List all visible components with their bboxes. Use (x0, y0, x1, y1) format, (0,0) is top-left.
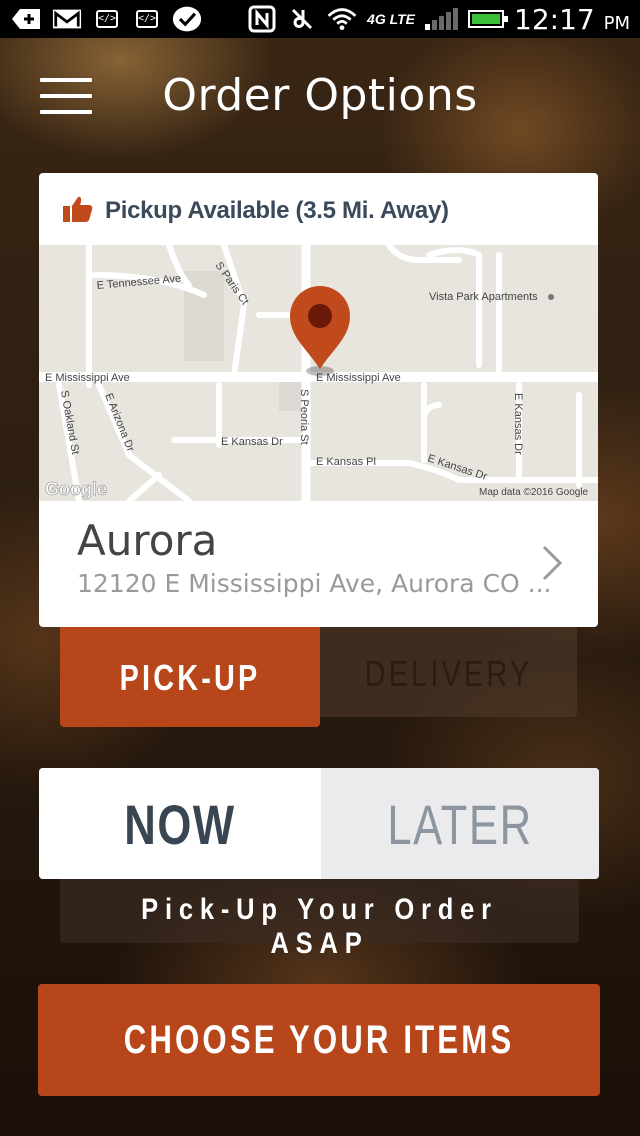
later-option[interactable]: LATER (321, 768, 599, 879)
store-name: Aurora (77, 516, 218, 565)
chevron-right-icon[interactable] (540, 543, 564, 583)
timing-toggle: NOW LATER (39, 768, 599, 879)
page-title: Order Options (162, 70, 478, 121)
timing-message: Pick-Up Your Order ASAP (60, 879, 579, 960)
mute-icon (287, 7, 317, 31)
nfc-icon (247, 5, 277, 33)
store-card: Pickup Available (3.5 Mi. Away) E Tennes… (39, 173, 598, 627)
availability-text: Pickup Available (3.5 Mi. Away) (105, 197, 449, 224)
map-label: S Peoria St (298, 389, 310, 445)
status-bar: </> </> 4G LTE 12:17 PM (0, 0, 640, 38)
pickup-option[interactable]: PICK-UP (60, 627, 320, 727)
map-label: E Mississippi Ave (45, 372, 130, 384)
status-time: 12:17 PM (514, 2, 630, 36)
battery-icon (468, 10, 508, 28)
availability-row: Pickup Available (3.5 Mi. Away) (63, 193, 449, 229)
google-logo: Google (45, 479, 107, 499)
store-map[interactable]: E Tennessee Ave S Paris Ct Vista Park Ap… (39, 245, 598, 501)
choose-items-button[interactable]: CHOOSE YOUR ITEMS (38, 984, 600, 1096)
thumbs-up-icon (63, 195, 93, 228)
store-address: 12120 E Mississippi Ave, Aurora CO ... (77, 569, 552, 598)
code-icon: </> (132, 7, 162, 31)
map-label: E Kansas Dr (512, 393, 524, 455)
map-label: E Kansas Dr (221, 436, 283, 448)
add-icon (12, 7, 42, 31)
delivery-option[interactable]: DELIVERY (320, 627, 577, 717)
check-icon (172, 6, 202, 32)
fulfillment-toggle: DELIVERY PICK-UP (60, 627, 577, 727)
store-location[interactable]: Aurora 12120 E Mississippi Ave, Aurora C… (77, 516, 552, 599)
now-option[interactable]: NOW (39, 768, 321, 879)
map-label: Vista Park Apartments (429, 291, 538, 303)
signal-icon (425, 8, 458, 30)
code-icon: </> (92, 7, 122, 31)
wifi-icon (327, 7, 357, 31)
network-type: 4G LTE (367, 11, 415, 27)
map-attribution: Map data ©2016 Google (479, 487, 589, 498)
map-label: E Kansas Pl (316, 456, 376, 468)
gmail-icon (52, 7, 82, 31)
